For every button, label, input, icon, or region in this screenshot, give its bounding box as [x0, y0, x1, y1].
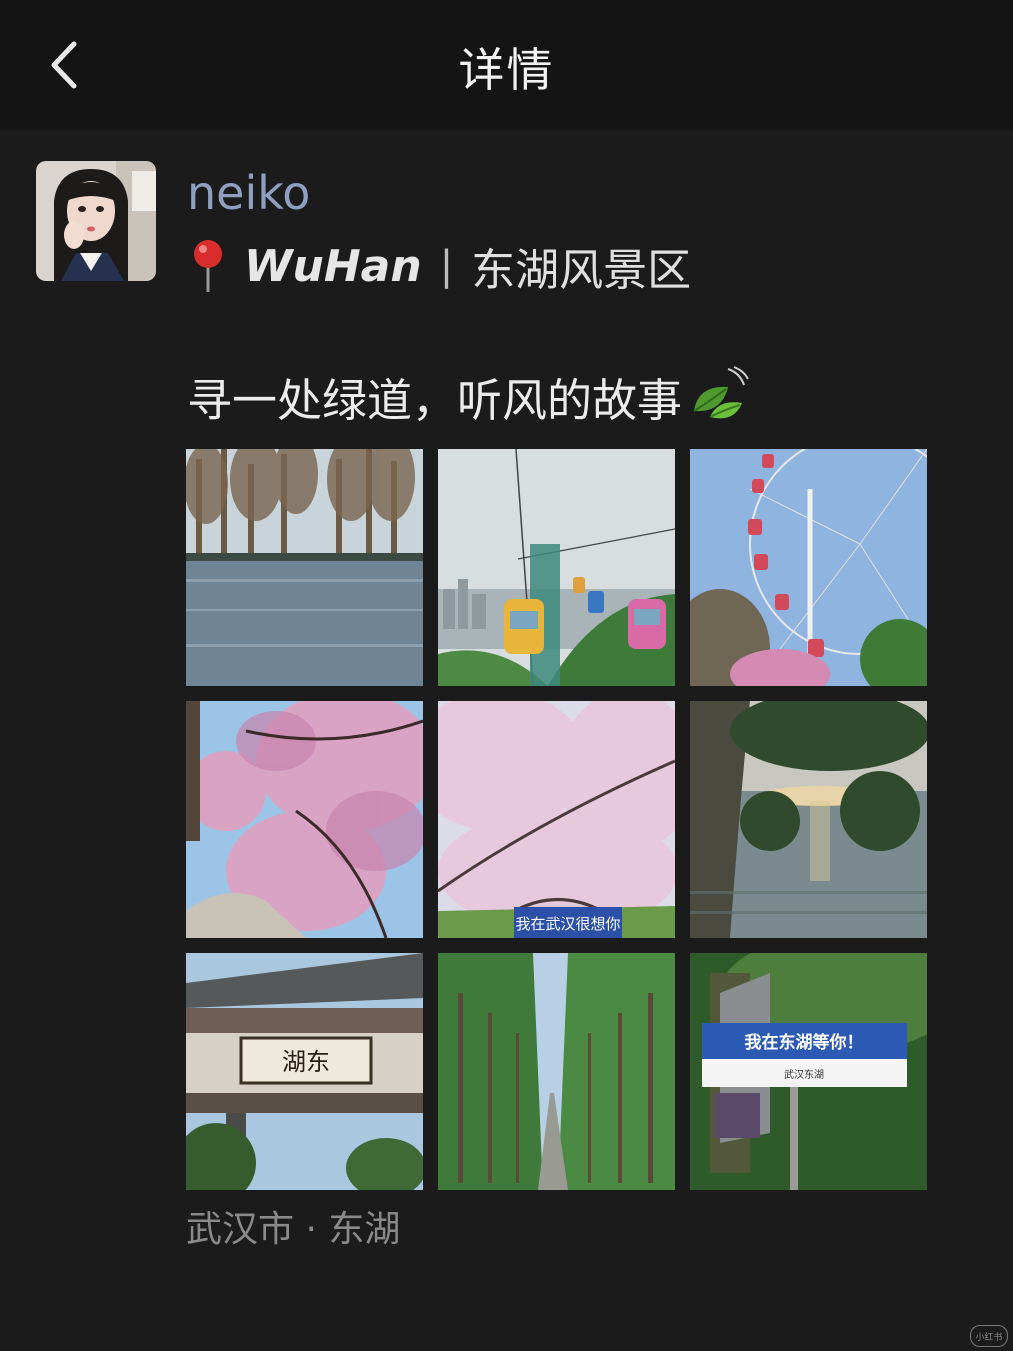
road-sign-subtext: 武汉东湖 — [784, 1068, 824, 1081]
app-watermark: 小红书 — [970, 1325, 1008, 1347]
location-separator: | — [439, 243, 454, 289]
location-tag[interactable]: 武汉市 · 东湖 — [186, 1200, 400, 1252]
gate-sign-text: 湖东 — [282, 1048, 330, 1076]
round-pushpin-icon — [194, 240, 222, 292]
location-city: WuHan — [244, 240, 422, 292]
photo-road-sign[interactable]: 我在东湖等你！ 武汉东湖 — [690, 953, 927, 1190]
photo-grid: 我在武汉很想你 湖东 我在东湖等你！ 武汉东湖 — [186, 449, 927, 1190]
photo-cherry-blossom-sky[interactable] — [186, 701, 423, 938]
photo-east-lake-gate[interactable]: 湖东 — [186, 953, 423, 1190]
photo-cable-cars[interactable] — [438, 449, 675, 686]
photo-ferris-wheel[interactable] — [690, 449, 927, 686]
road-sign-text: 我在东湖等你！ — [745, 1032, 864, 1053]
photo-cherry-blossom-sign[interactable]: 我在武汉很想你 — [438, 701, 675, 938]
page-title: 详情 — [458, 43, 555, 97]
sign-text: 我在武汉很想你 — [515, 915, 620, 933]
post-caption: 寻一处绿道，听风的故事 — [187, 364, 750, 428]
photo-tree-lined-road[interactable] — [438, 953, 675, 1190]
caption-text: 寻一处绿道，听风的故事 — [187, 373, 683, 427]
photo-lakeside-sunset[interactable] — [690, 701, 927, 938]
author-name[interactable]: neiko — [187, 166, 310, 220]
author-avatar[interactable] — [36, 161, 156, 281]
top-nav-bar: 详情 — [0, 0, 1013, 130]
leaf-fluttering-in-wind-icon — [693, 366, 749, 419]
location-row: WuHan | 东湖风景区 — [190, 234, 691, 298]
photo-lake-trees[interactable] — [186, 449, 423, 686]
location-place: 东湖风景区 — [471, 245, 692, 296]
